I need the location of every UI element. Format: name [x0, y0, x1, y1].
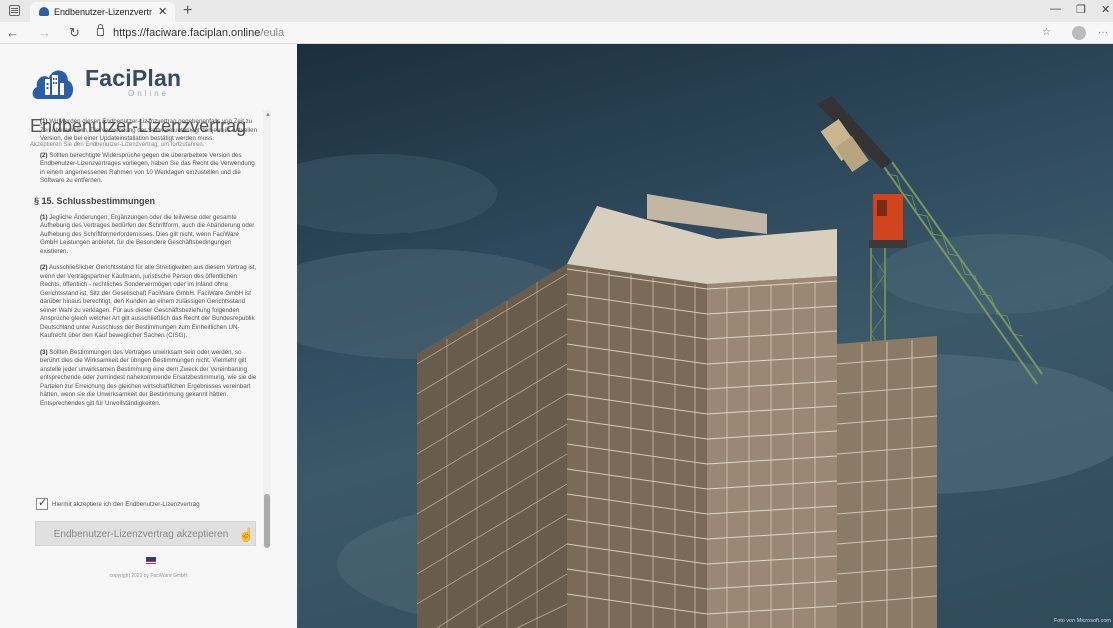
eula-paragraph: (2) Ausschließlicher Gerichtsstand für a… [30, 264, 262, 341]
copyright-text: copyright 2021 by FaciWare GmbH [109, 573, 188, 579]
eula-paragraph-number: (2) [40, 264, 48, 271]
new-tab-button[interactable]: + [183, 2, 192, 20]
eula-paragraph-number: (1) [40, 213, 48, 221]
section-heading: § 15. Schlussbestimmungen [34, 195, 156, 206]
back-arrow-icon[interactable]: ← [6, 25, 19, 40]
tab-actions-icon[interactable] [9, 5, 20, 16]
lock-icon[interactable] [97, 24, 104, 36]
eula-paragraph-text: Ausschließlicher Gerichtsstand für alle … [40, 264, 257, 339]
eula-paragraph-number: (1) [40, 118, 48, 125]
eula-paragraph: (1) Jegliche Änderungen, Ergänzungen ode… [30, 214, 262, 257]
eula-paragraph-text: Sollten berechtigte Widersprüche gegen d… [40, 151, 255, 185]
address-bar: ← → ↻ https://faciware.faciplan.online/e… [0, 22, 1113, 44]
accept-eula-button-label: Endbenutzer-Lizenzvertrag akzeptieren [53, 529, 229, 540]
tab-close-icon[interactable]: ✕ [158, 5, 167, 18]
eula-paragraph: (1) Wir werden diesen Endbenutzer-Lizenz… [30, 118, 262, 144]
url-host: https://faciware.faciplan.online [113, 27, 261, 39]
favorites-star-icon[interactable]: ☆ [1042, 27, 1051, 38]
eula-paragraph-text: Jegliche Änderungen, Ergänzungen oder di… [40, 213, 255, 255]
hero-image: Foto von Microsoft.com [297, 44, 1113, 628]
scrollbar-thumb[interactable] [264, 494, 270, 548]
scroll-up-arrow-icon[interactable]: ▲ [265, 112, 271, 118]
maximize-button[interactable]: ❐ [1076, 3, 1086, 16]
eula-paragraph-number: (2) [40, 151, 48, 159]
brand-sub: Online [128, 89, 170, 98]
construction-photo [297, 96, 1113, 628]
forward-arrow-icon[interactable]: → [38, 25, 51, 40]
browser-tab[interactable]: Endbenutzer-Lizenzvertrag - FaciPlan ✕ [30, 2, 175, 22]
language-flag-icon[interactable] [146, 557, 156, 565]
minimize-button[interactable]: — [1050, 3, 1061, 15]
eula-paragraph-number: (3) [40, 348, 48, 356]
more-menu-icon[interactable]: ··· [1098, 27, 1108, 38]
eula-paragraph-text: Wir werden diesen Endbenutzer-Lizenzvert… [40, 118, 258, 142]
eula-text-scroll[interactable]: (1) Wir werden diesen Endbenutzer-Lizenz… [30, 110, 262, 506]
hand-cursor-icon: ☝ [238, 527, 255, 542]
close-window-button[interactable]: ✕ [1101, 3, 1110, 16]
reload-icon[interactable]: ↻ [69, 25, 80, 41]
photo-credit: Foto von Microsoft.com [1053, 618, 1111, 624]
url-path: /eula [260, 27, 285, 39]
browser-tabstrip: Endbenutzer-Lizenzvertrag - FaciPlan ✕ +… [0, 0, 1113, 22]
url-field[interactable]: https://faciware.faciplan.online/eula [113, 27, 284, 39]
accept-eula-label[interactable]: Hiermit akzeptiere ich den Endbenutzer-L… [52, 501, 200, 508]
brand-name: FaciPlan [85, 65, 182, 91]
eula-scrollbar[interactable] [263, 110, 271, 546]
accept-eula-checkbox[interactable]: ✓ [36, 497, 48, 510]
faciplan-favicon-icon [39, 7, 49, 16]
tab-title: Endbenutzer-Lizenzvertrag - FaciPlan [54, 7, 152, 17]
eula-paragraph-text: Sollten Bestimmungen des Vertrages unwir… [40, 348, 257, 407]
eula-paragraph: (3) Sollten Bestimmungen des Vertrages u… [30, 349, 262, 409]
faciplan-logo-icon [32, 70, 74, 99]
checkmark-icon: ✓ [38, 497, 48, 509]
profile-avatar-icon[interactable] [1072, 26, 1086, 40]
accept-eula-button[interactable]: Endbenutzer-Lizenzvertrag akzeptieren ☝ [35, 521, 256, 546]
eula-paragraph: (2) Sollten berechtigte Widersprüche geg… [30, 152, 262, 186]
